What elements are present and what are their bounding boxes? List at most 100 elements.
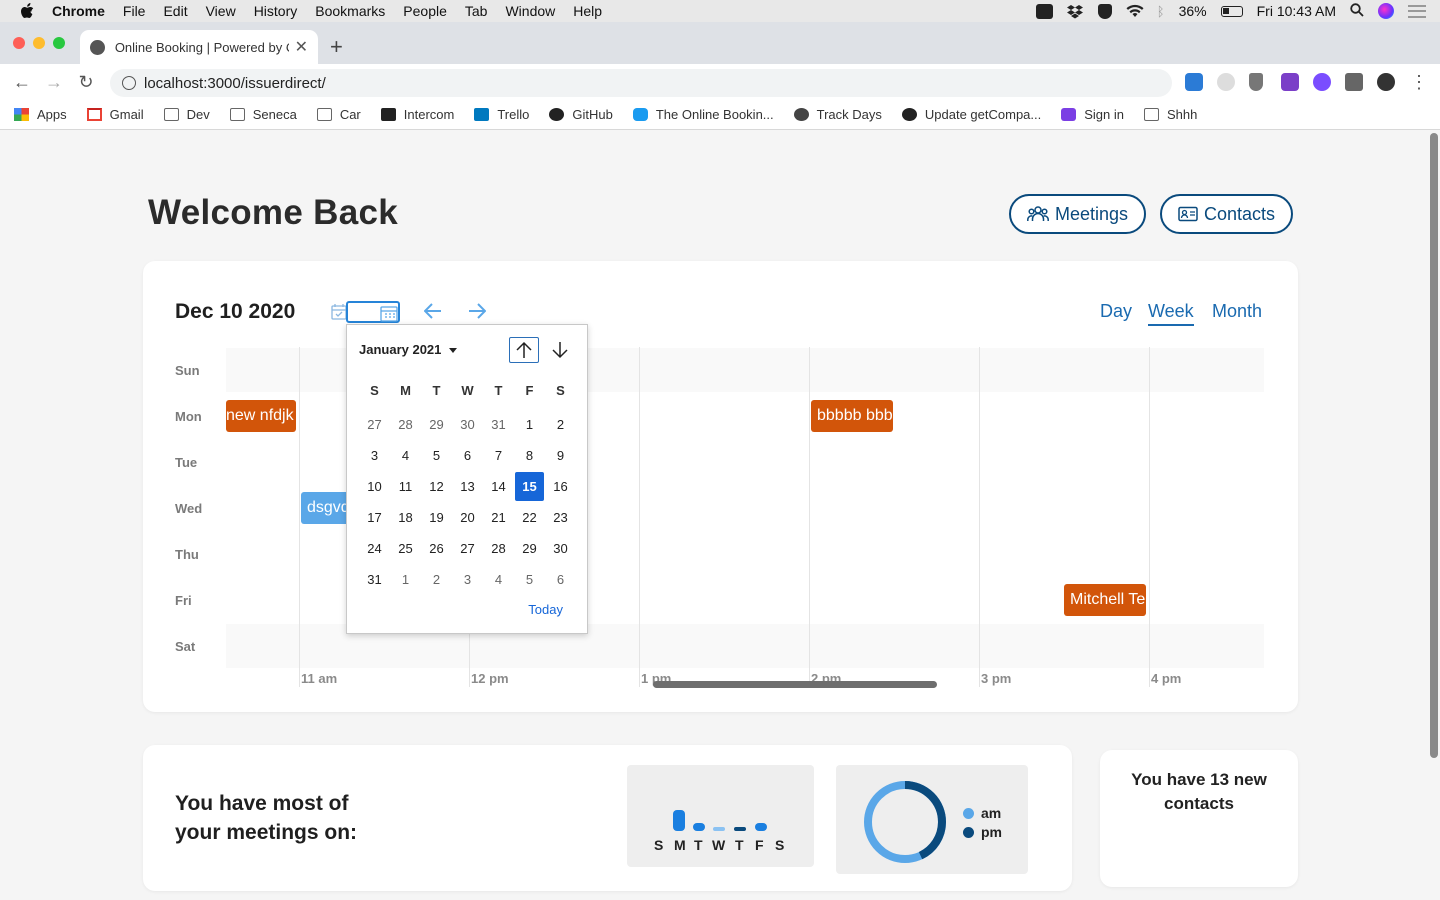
picker-day[interactable]: 28: [483, 533, 514, 564]
new-tab-button[interactable]: +: [330, 34, 343, 60]
forward-arrow-icon[interactable]: →: [43, 71, 65, 93]
browser-tab-active[interactable]: Online Booking | Powered by O ✕: [80, 30, 318, 64]
picker-day[interactable]: 27: [452, 533, 483, 564]
bookmark-dev[interactable]: Dev: [163, 107, 210, 122]
bookmark-online-booking[interactable]: The Online Bookin...: [632, 107, 774, 122]
picker-day[interactable]: 1: [390, 564, 421, 595]
picker-day[interactable]: 16: [545, 471, 576, 502]
menu-view[interactable]: View: [206, 3, 236, 19]
picker-today-button[interactable]: Today: [528, 602, 563, 617]
picker-day[interactable]: 21: [483, 502, 514, 533]
picker-day[interactable]: 10: [359, 471, 390, 502]
view-tab-week[interactable]: Week: [1148, 301, 1194, 326]
menu-window[interactable]: Window: [505, 3, 555, 19]
bookmark-gmail[interactable]: Gmail: [86, 107, 144, 122]
spotlight-search-icon[interactable]: [1350, 2, 1364, 20]
picker-day[interactable]: 19: [421, 502, 452, 533]
picker-day[interactable]: 31: [359, 564, 390, 595]
picker-previous-month-button[interactable]: [509, 337, 539, 363]
tab-close-icon[interactable]: ✕: [295, 37, 308, 57]
horizontal-scrollbar[interactable]: [653, 681, 937, 688]
dropbox-icon[interactable]: [1066, 4, 1084, 19]
extension-arrow-icon[interactable]: [1313, 73, 1331, 91]
picker-day[interactable]: 5: [421, 440, 452, 471]
bluetooth-icon[interactable]: ᛒ: [1157, 4, 1165, 19]
extension-v-icon[interactable]: [1281, 73, 1299, 91]
picker-day[interactable]: 31: [483, 409, 514, 440]
menu-edit[interactable]: Edit: [163, 3, 187, 19]
next-arrow-icon[interactable]: [468, 299, 487, 325]
bookmark-shhh[interactable]: Shhh: [1144, 107, 1197, 122]
menu-tab[interactable]: Tab: [465, 3, 488, 19]
picker-day[interactable]: 11: [390, 471, 421, 502]
menu-help[interactable]: Help: [573, 3, 602, 19]
picker-day[interactable]: 17: [359, 502, 390, 533]
bookmark-car[interactable]: Car: [316, 107, 361, 122]
calendar-check-icon[interactable]: [331, 303, 347, 325]
window-close-button[interactable]: [13, 37, 25, 49]
extension-calendar-icon[interactable]: [1185, 73, 1203, 91]
picker-day[interactable]: 18: [390, 502, 421, 533]
picker-day[interactable]: 12: [421, 471, 452, 502]
picker-day[interactable]: 22: [514, 502, 545, 533]
picker-day[interactable]: 29: [514, 533, 545, 564]
menu-file[interactable]: File: [123, 3, 146, 19]
picker-day[interactable]: 2: [545, 409, 576, 440]
picker-day[interactable]: 4: [483, 564, 514, 595]
previous-arrow-icon[interactable]: [423, 299, 442, 325]
bookmark-github[interactable]: GitHub: [549, 107, 613, 122]
menu-history[interactable]: History: [254, 3, 298, 19]
menu-people[interactable]: People: [403, 3, 447, 19]
picker-day[interactable]: 27: [359, 409, 390, 440]
picker-day[interactable]: 1: [514, 409, 545, 440]
new-contacts-card[interactable]: You have 13 new contacts: [1100, 750, 1298, 887]
picker-day[interactable]: 20: [452, 502, 483, 533]
chrome-menu-icon[interactable]: ⋮: [1408, 71, 1430, 93]
picker-day[interactable]: 4: [390, 440, 421, 471]
view-tab-day[interactable]: Day: [1100, 301, 1132, 322]
bookmark-update-getcompa[interactable]: Update getCompa...: [901, 107, 1041, 122]
reload-icon[interactable]: ↻: [75, 71, 97, 93]
picker-day[interactable]: 8: [514, 440, 545, 471]
page-scrollbar[interactable]: [1430, 133, 1438, 758]
shield-icon[interactable]: [1097, 3, 1112, 19]
picker-day[interactable]: 30: [545, 533, 576, 564]
extensions-puzzle-icon[interactable]: [1345, 73, 1363, 91]
bookmark-apps[interactable]: Apps: [14, 107, 67, 122]
picker-day[interactable]: 26: [421, 533, 452, 564]
bookmark-sign-in[interactable]: Sign in: [1061, 107, 1124, 122]
picker-day[interactable]: 23: [545, 502, 576, 533]
site-info-icon[interactable]: [122, 76, 136, 90]
picker-day[interactable]: 5: [514, 564, 545, 595]
menu-app-name[interactable]: Chrome: [52, 3, 105, 19]
picker-day[interactable]: 6: [545, 564, 576, 595]
menu-clock[interactable]: Fri 10:43 AM: [1257, 3, 1336, 19]
picker-day[interactable]: 3: [359, 440, 390, 471]
bookmark-trello[interactable]: Trello: [474, 107, 529, 122]
calendar-event[interactable]: bbbbb bbb: [811, 400, 893, 432]
picker-day[interactable]: 24: [359, 533, 390, 564]
view-tab-month[interactable]: Month: [1212, 301, 1262, 322]
picker-day-selected[interactable]: 15: [515, 472, 544, 501]
picker-day[interactable]: 13: [452, 471, 483, 502]
window-minimize-button[interactable]: [33, 37, 45, 49]
picker-day[interactable]: 7: [483, 440, 514, 471]
contacts-button[interactable]: Contacts: [1160, 194, 1294, 234]
profile-avatar[interactable]: [1377, 73, 1395, 91]
battery-icon[interactable]: [1220, 5, 1243, 17]
picker-day[interactable]: 29: [421, 409, 452, 440]
notification-center-icon[interactable]: [1408, 4, 1426, 18]
address-bar[interactable]: localhost:3000/issuerdirect/: [110, 69, 1172, 97]
picker-day[interactable]: 14: [483, 471, 514, 502]
bookmark-track-days[interactable]: Track Days: [793, 107, 882, 122]
camera-icon[interactable]: [1035, 3, 1053, 19]
picker-day[interactable]: 3: [452, 564, 483, 595]
picker-day[interactable]: 25: [390, 533, 421, 564]
picker-day[interactable]: 28: [390, 409, 421, 440]
picker-day[interactable]: 2: [421, 564, 452, 595]
meetings-button[interactable]: Meetings: [1009, 194, 1147, 234]
picker-day[interactable]: 30: [452, 409, 483, 440]
bookmark-seneca[interactable]: Seneca: [229, 107, 297, 122]
siri-icon[interactable]: [1378, 3, 1394, 19]
wifi-icon[interactable]: [1126, 4, 1144, 19]
